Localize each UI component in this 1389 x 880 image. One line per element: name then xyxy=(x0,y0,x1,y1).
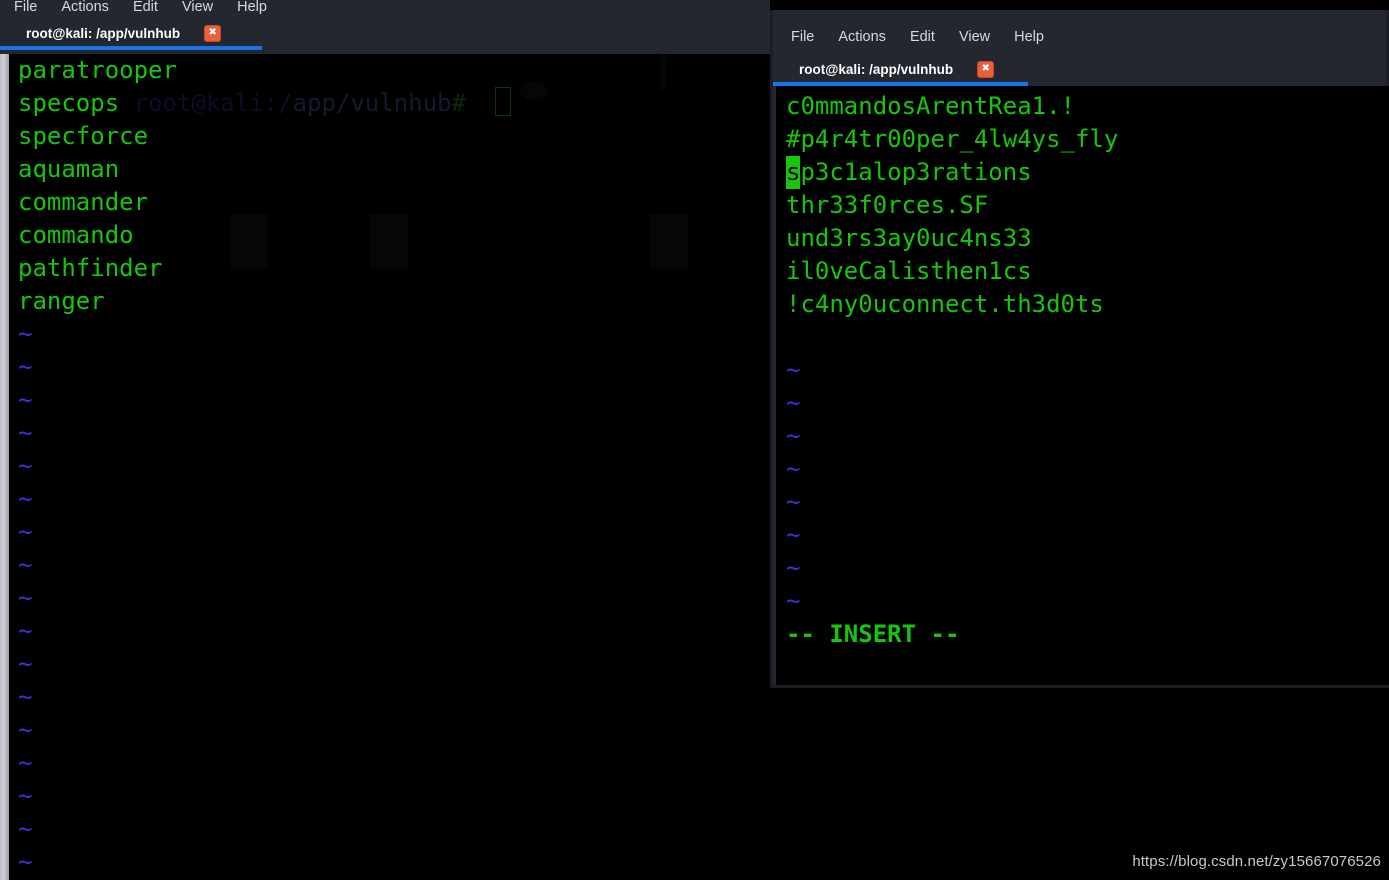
terminal-empty-line-marker: ~ xyxy=(786,356,801,384)
close-icon[interactable]: ✖ xyxy=(204,24,222,42)
right-tab-bar: root@kali: /app/vulnhub ✖ xyxy=(773,54,1386,86)
terminal-line: il0veCalisthen1cs xyxy=(786,257,1032,285)
terminal-empty-line-marker: ~ xyxy=(18,320,33,348)
left-tab-root-kali[interactable]: root@kali: /app/vulnhub ✖ xyxy=(0,18,262,48)
terminal-empty-line-marker: ~ xyxy=(18,386,33,414)
terminal-empty-line-marker: ~ xyxy=(786,455,801,483)
ghost-prompt-hash: # xyxy=(451,89,466,117)
terminal-empty-line-marker: ~ xyxy=(786,554,801,582)
left-tab-label: root@kali: /app/vulnhub xyxy=(26,25,181,41)
terminal-line: c0mmandosArentRea1.! xyxy=(786,92,1075,120)
right-tab-root-kali[interactable]: root@kali: /app/vulnhub ✖ xyxy=(773,54,1028,84)
right-terminal-output: c0mmandosArentRea1.! #p4r4tr00per_4lw4ys_… xyxy=(786,90,1118,321)
terminal-empty-line-marker: ~ xyxy=(18,419,33,447)
terminal-line: specforce xyxy=(18,122,149,150)
terminal-empty-line-marker: ~ xyxy=(18,551,33,579)
desktop-screenshot: File Actions Edit View Help root@kali: /… xyxy=(0,0,1389,880)
right-terminal-body[interactable]: c0mmandosArentRea1.! #p4r4tr00per_4lw4ys_… xyxy=(776,86,1389,685)
terminal-line: und3rs3ay0uc4ns33 xyxy=(786,224,1032,252)
terminal-empty-line-marker: ~ xyxy=(18,485,33,513)
background-artifact xyxy=(230,214,268,269)
terminal-empty-line-marker: ~ xyxy=(18,716,33,744)
terminal-empty-line-marker: ~ xyxy=(18,353,33,381)
left-terminal-window: File Actions Edit View Help root@kali: /… xyxy=(0,0,770,880)
left-terminal-tildes: ~ ~ ~ ~ ~ ~ ~ ~ ~ ~ ~ ~ ~ ~ ~ ~ ~ xyxy=(18,318,32,879)
close-icon[interactable]: ✖ xyxy=(977,60,995,78)
menu-item-help[interactable]: Help xyxy=(1014,25,1044,49)
left-tab-bar: root@kali: /app/vulnhub ✖ xyxy=(0,18,770,50)
terminal-line: thr33f0rces.SF xyxy=(786,191,989,219)
menu-item-edit[interactable]: Edit xyxy=(910,25,935,49)
terminal-empty-line-marker: ~ xyxy=(18,782,33,810)
terminal-line: sp3c1alop3rations xyxy=(786,156,1118,189)
text-cursor: s xyxy=(786,156,801,189)
terminal-empty-line-marker: ~ xyxy=(18,584,33,612)
terminal-line: ranger xyxy=(18,287,105,315)
right-menu-bar: File Actions Edit View Help xyxy=(773,10,1386,54)
ghost-cursor xyxy=(494,87,511,116)
right-terminal-window: File Actions Edit View Help root@kali: /… xyxy=(770,10,1389,688)
left-menu-bar: File Actions Edit View Help xyxy=(0,0,770,18)
terminal-line: specops xyxy=(18,89,120,117)
left-terminal-output: paratrooper specops specforce aquaman comman… xyxy=(18,54,177,318)
terminal-empty-line-marker: ~ xyxy=(18,650,33,678)
vim-status-line: -- INSERT -- xyxy=(786,620,960,648)
left-tab-active-indicator xyxy=(0,46,262,50)
terminal-empty-line-marker: ~ xyxy=(786,521,801,549)
terminal-empty-line-marker: ~ xyxy=(18,683,33,711)
menu-item-view[interactable]: View xyxy=(182,0,213,18)
terminal-line: paratrooper xyxy=(18,56,177,84)
terminal-line: commando xyxy=(18,221,134,249)
terminal-empty-line-marker: ~ xyxy=(786,488,801,516)
background-artifact xyxy=(520,82,548,100)
menu-item-actions[interactable]: Actions xyxy=(838,25,886,49)
terminal-empty-line-marker: ~ xyxy=(786,422,801,450)
right-terminal-tildes: ~ ~ ~ ~ ~ ~ ~ ~ xyxy=(786,354,800,618)
menu-item-file[interactable]: File xyxy=(791,25,814,49)
background-artifact xyxy=(370,214,408,269)
terminal-empty-line-marker: ~ xyxy=(18,617,33,645)
terminal-line: commander xyxy=(18,188,149,216)
background-artifact xyxy=(650,214,688,269)
background-artifact xyxy=(660,54,666,90)
menu-item-view[interactable]: View xyxy=(959,25,990,49)
menu-item-help[interactable]: Help xyxy=(237,0,267,18)
terminal-line: #p4r4tr00per_4lw4ys_fly xyxy=(786,125,1119,153)
terminal-empty-line-marker: ~ xyxy=(18,749,33,777)
terminal-line: pathfinder xyxy=(18,254,163,282)
terminal-empty-line-marker: ~ xyxy=(786,389,801,417)
terminal-empty-line-marker: ~ xyxy=(18,452,33,480)
terminal-empty-line-marker: ~ xyxy=(18,518,33,546)
terminal-empty-line-marker: ~ xyxy=(786,587,801,615)
menu-item-file[interactable]: File xyxy=(14,0,37,18)
watermark: https://blog.csdn.net/zy15667076526 xyxy=(1132,853,1381,870)
right-tab-label: root@kali: /app/vulnhub xyxy=(799,61,954,77)
terminal-empty-line-marker: ~ xyxy=(18,848,33,876)
menu-item-edit[interactable]: Edit xyxy=(133,0,158,18)
terminal-empty-line-marker: ~ xyxy=(18,815,33,843)
left-terminal-body[interactable]: root@kali:/app/vulnhub# paratrooper speco… xyxy=(0,54,770,880)
terminal-line: !c4ny0uconnect.th3d0ts xyxy=(786,290,1104,318)
menu-item-actions[interactable]: Actions xyxy=(61,0,109,18)
ghost-prompt-path: app/vulnhub xyxy=(292,89,452,117)
left-scrollbar[interactable] xyxy=(0,54,9,880)
terminal-line: aquaman xyxy=(18,155,120,183)
